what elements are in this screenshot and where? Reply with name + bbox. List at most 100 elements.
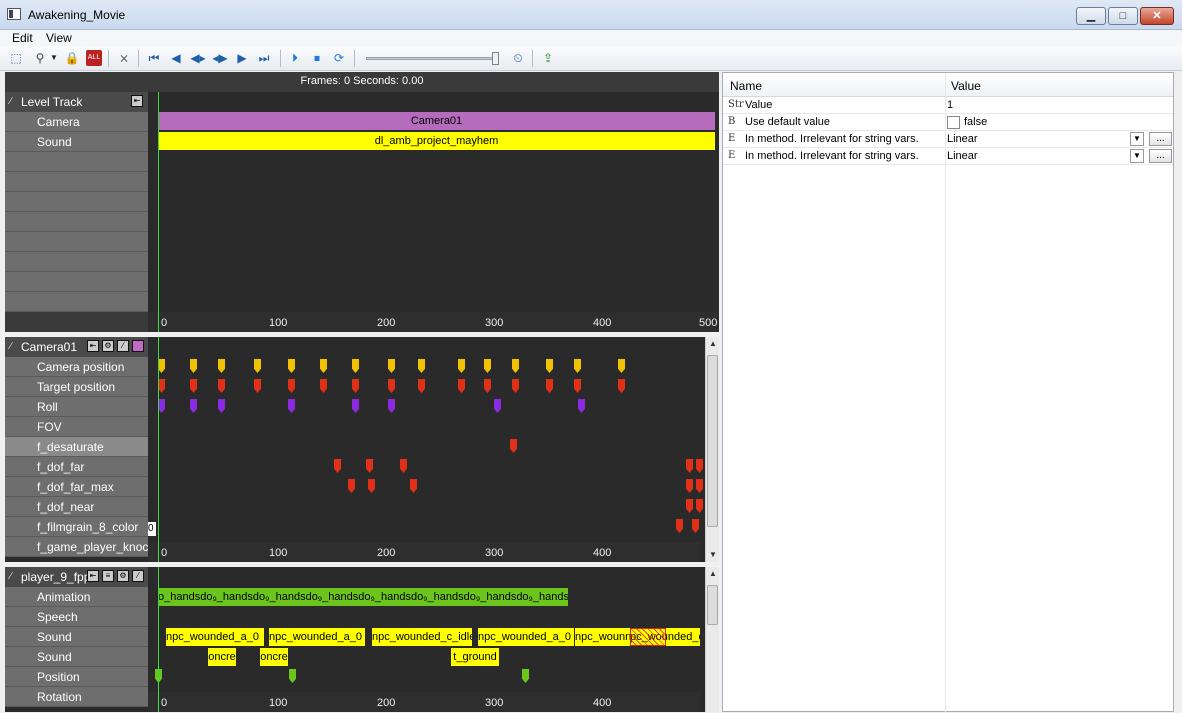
keyframe[interactable] — [458, 359, 465, 373]
sound-clip[interactable]: npc_wounded_a_0 — [269, 628, 365, 646]
go-to-end-icon[interactable]: ⏭ — [256, 50, 272, 66]
keyframe[interactable] — [320, 359, 327, 373]
property-row[interactable]: Str Value 1 — [723, 97, 1173, 114]
keyframe[interactable] — [190, 359, 197, 373]
track-label-f-dof-near[interactable]: f_dof_near — [5, 497, 148, 517]
keyframe[interactable] — [410, 479, 417, 493]
keyframe[interactable] — [158, 359, 165, 373]
ellipsis-button[interactable]: ... — [1149, 149, 1172, 163]
player-scrollbar[interactable]: ▲ — [705, 567, 719, 712]
keyframe[interactable] — [418, 379, 425, 393]
keyframe[interactable] — [546, 359, 553, 373]
player-curve-icon[interactable]: ⁄ — [132, 570, 144, 582]
playhead[interactable] — [158, 567, 159, 712]
camera-scrollbar[interactable]: ▲ ▼ — [705, 337, 719, 562]
keyframe[interactable] — [190, 399, 197, 413]
keyframe[interactable] — [400, 459, 407, 473]
keyframe[interactable] — [686, 479, 693, 493]
chevron-down-icon[interactable]: ▼ — [1130, 149, 1144, 163]
playhead[interactable] — [158, 92, 159, 332]
chevron-down-icon[interactable]: ▼ — [1130, 132, 1144, 146]
track-label-f-dof-far-max[interactable]: f_dof_far_max — [5, 477, 148, 497]
column-value[interactable]: Value — [951, 79, 981, 93]
keyframe[interactable] — [484, 379, 491, 393]
record-all-icon[interactable]: ALL — [86, 50, 102, 66]
keyframe[interactable] — [288, 359, 295, 373]
property-row[interactable]: E In method. Irrelevant for string vars.… — [723, 131, 1173, 148]
curve-icon[interactable]: ⨯ — [116, 50, 132, 66]
track-label-f-dof-far[interactable]: f_dof_far — [5, 457, 148, 477]
stop-icon[interactable]: ⏹ — [309, 50, 325, 66]
track-label-camera-position[interactable]: Camera position — [5, 357, 148, 377]
minimize-button[interactable]: ▁ — [1076, 7, 1106, 25]
player-ruler[interactable]: 0 100 200 300 400 — [148, 692, 701, 712]
export-icon[interactable]: ⇪ — [540, 50, 556, 66]
keyframe[interactable] — [458, 379, 465, 393]
keyframe[interactable] — [618, 379, 625, 393]
keyframe[interactable] — [218, 359, 225, 373]
keyframe[interactable] — [288, 399, 295, 413]
keyframe[interactable] — [320, 379, 327, 393]
menu-view[interactable]: View — [46, 31, 72, 45]
play-backward-icon[interactable]: ◀▸ — [190, 50, 206, 66]
keyframe[interactable] — [352, 379, 359, 393]
step-forward-icon[interactable]: ▶ — [234, 50, 250, 66]
track-label-sound[interactable]: Sound — [5, 132, 148, 152]
property-value[interactable]: 1 — [947, 99, 953, 111]
collapse-icon[interactable]: ⁄ — [10, 337, 12, 357]
keyframe[interactable] — [388, 399, 395, 413]
speed-slider[interactable] — [366, 57, 498, 60]
keyframe[interactable] — [574, 379, 581, 393]
keyframe[interactable] — [418, 359, 425, 373]
keyframe[interactable] — [254, 379, 261, 393]
track-label-fov[interactable]: FOV — [5, 417, 148, 437]
camera-add-icon[interactable]: ⇤ — [87, 340, 99, 352]
property-row[interactable]: B Use default value false — [723, 114, 1173, 131]
go-to-start-icon[interactable]: ⏮ — [146, 50, 162, 66]
camera-settings-icon[interactable]: ⚙ — [102, 340, 114, 352]
keyframe[interactable] — [692, 519, 699, 533]
player-add-icon[interactable]: ⇤ — [87, 570, 99, 582]
step-back-icon[interactable]: ◀ — [168, 50, 184, 66]
camera-clip[interactable]: Camera01 — [158, 112, 715, 130]
track-label-f-game-player[interactable]: f_game_player_knockdown — [5, 537, 148, 557]
track-label-rotation[interactable]: Rotation — [5, 687, 148, 707]
sound-clip[interactable]: dl_amb_project_mayhem — [158, 132, 715, 150]
dropdown-arrow-icon[interactable]: ▼ — [50, 50, 58, 66]
loop-icon[interactable]: ⟳ — [331, 50, 347, 66]
keyframe[interactable] — [510, 439, 517, 453]
speed-icon[interactable]: ⏲ — [510, 50, 526, 66]
player-settings-icon[interactable]: ⚙ — [117, 570, 129, 582]
keyframe[interactable] — [578, 399, 585, 413]
keyframe[interactable] — [484, 359, 491, 373]
collapse-icon[interactable]: ⁄ — [10, 92, 12, 112]
camera-curve-icon[interactable]: ⁄ — [117, 340, 129, 352]
keyframe[interactable] — [352, 399, 359, 413]
track-label-position[interactable]: Position — [5, 667, 148, 687]
level-add-icon[interactable]: ⇤ — [131, 95, 143, 107]
sound-clip[interactable]: npc_wounded_c_idle — [372, 628, 472, 646]
lock-icon[interactable]: 🔒 — [64, 50, 80, 66]
column-name[interactable]: Name — [730, 79, 762, 93]
keyframe[interactable] — [254, 359, 261, 373]
keyframe[interactable] — [686, 459, 693, 473]
ellipsis-button[interactable]: ... — [1149, 132, 1172, 146]
keyframe[interactable] — [676, 519, 683, 533]
keyframe[interactable] — [366, 459, 373, 473]
keyframe[interactable] — [288, 379, 295, 393]
keyframe[interactable] — [158, 399, 165, 413]
animation-clip[interactable]: o_handsdo₉_handsdo₉_handsdo₉_handsdo₉_ha… — [158, 588, 568, 606]
camera-timeline[interactable] — [148, 337, 703, 542]
track-label-f-filmgrain[interactable]: f_filmgrain_8_color — [5, 517, 148, 537]
keyframe[interactable] — [158, 379, 165, 393]
keyframe[interactable] — [218, 399, 225, 413]
keyframe[interactable] — [574, 359, 581, 373]
keyframe[interactable] — [618, 359, 625, 373]
keyframe[interactable] — [546, 379, 553, 393]
camera-ruler[interactable]: 0 100 200 300 400 — [148, 542, 701, 562]
track-label-sound[interactable]: Sound — [5, 647, 148, 667]
keyframe[interactable] — [696, 499, 703, 513]
play-forward-icon[interactable]: ◂▶ — [212, 50, 228, 66]
speed-slider-thumb[interactable] — [492, 52, 499, 65]
sound-clip[interactable]: npc_wounded_a_0 — [478, 628, 574, 646]
